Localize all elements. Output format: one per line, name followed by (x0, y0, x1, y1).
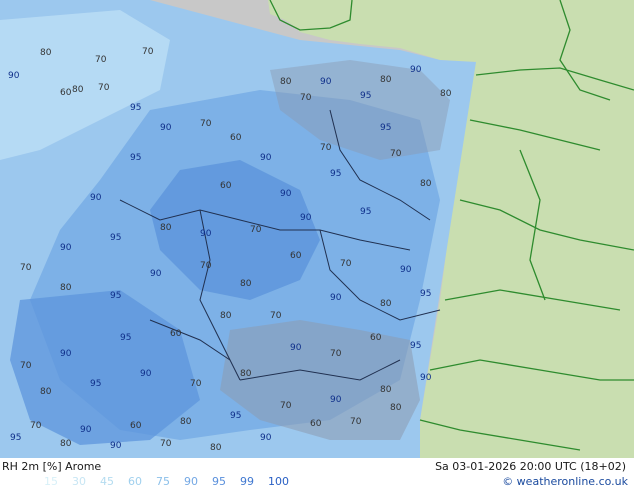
contour-label: 60 (130, 421, 142, 431)
contour-label: 90 (330, 293, 342, 303)
contour-label: 90 (320, 77, 332, 87)
contour-label: 60 (230, 133, 242, 143)
contour-label: 70 (200, 119, 212, 129)
contour-label: 90 (260, 433, 272, 443)
contour-label: 80 (240, 369, 252, 379)
contour-label: 70 (280, 401, 292, 411)
contour-label: 95 (110, 233, 121, 243)
contour-label: 80 (60, 439, 72, 449)
contour-label: 90 (280, 189, 292, 199)
contour-label: 95 (420, 289, 431, 299)
legend-value-95: 95 (212, 475, 226, 488)
contour-label: 90 (150, 269, 162, 279)
forecast-datetime: Sa 03-01-2026 20:00 UTC (18+02) (435, 460, 626, 473)
contour-label: 80 (380, 385, 392, 395)
contour-label: 70 (20, 263, 32, 273)
contour-label: 80 (240, 279, 252, 289)
contour-label: 90 (110, 441, 122, 451)
contour-label: 80 (72, 85, 84, 95)
color-legend: 15 30 45 60 75 90 95 99 100 (44, 475, 303, 488)
contour-label: 80 (390, 403, 402, 413)
info-bar: RH 2m [%] Arome Sa 03-01-2026 20:00 UTC … (0, 458, 634, 490)
contour-label: 80 (40, 48, 52, 58)
contour-label: 90 (260, 153, 272, 163)
contour-label: 70 (330, 349, 342, 359)
contour-label: 80 (40, 387, 52, 397)
contour-label: 70 (340, 259, 352, 269)
contour-label: 60 (310, 419, 322, 429)
legend-value-15: 15 (44, 475, 58, 488)
contour-label: 90 (140, 369, 152, 379)
contour-label: 80 (160, 223, 172, 233)
copyright-link[interactable]: © weatheronline.co.uk (502, 475, 628, 488)
contour-label: 90 (410, 65, 422, 75)
contour-label: 80 (60, 283, 72, 293)
contour-label: 60 (60, 88, 72, 98)
contour-label: 80 (420, 179, 432, 189)
contour-label: 60 (290, 251, 302, 261)
contour-label: 70 (30, 421, 42, 431)
contour-label: 90 (290, 343, 302, 353)
contour-label: 95 (380, 123, 391, 133)
contour-label: 90 (330, 395, 342, 405)
contour-label: 90 (60, 243, 72, 253)
contour-label: 80 (220, 311, 232, 321)
contour-label: 70 (160, 439, 172, 449)
contour-label: 80 (380, 75, 392, 85)
contour-label: 70 (142, 47, 154, 57)
contour-label: 70 (250, 225, 262, 235)
contour-label: 90 (400, 265, 412, 275)
contour-label: 90 (200, 229, 212, 239)
weather-map: 806070709080 709590 7060807090958090809570… (0, 0, 634, 458)
contour-label: 80 (280, 77, 292, 87)
contour-label: 70 (320, 143, 332, 153)
contour-label: 70 (270, 311, 282, 321)
contour-label: 95 (360, 91, 371, 101)
contour-label: 90 (60, 349, 72, 359)
contour-label: 95 (360, 207, 371, 217)
contour-label: 95 (120, 333, 131, 343)
legend-value-75: 75 (156, 475, 170, 488)
contour-label: 60 (370, 333, 382, 343)
contour-label: 95 (10, 433, 21, 443)
contour-label: 90 (160, 123, 172, 133)
contour-label: 80 (210, 443, 222, 453)
contour-label: 90 (80, 425, 92, 435)
contour-label: 95 (90, 379, 101, 389)
contour-label: 70 (200, 261, 212, 271)
legend-value-30: 30 (72, 475, 86, 488)
contour-label: 95 (130, 153, 141, 163)
contour-label: 90 (8, 71, 20, 81)
legend-value-60: 60 (128, 475, 142, 488)
contour-label: 80 (440, 89, 452, 99)
contour-label: 95 (130, 103, 141, 113)
legend-value-45: 45 (100, 475, 114, 488)
contour-label: 80 (180, 417, 192, 427)
contour-label: 70 (98, 83, 110, 93)
contour-label: 90 (90, 193, 102, 203)
contour-label: 70 (390, 149, 402, 159)
contour-label: 90 (300, 213, 312, 223)
contour-label: 70 (300, 93, 312, 103)
contour-label: 70 (350, 417, 362, 427)
contour-label: 95 (410, 341, 421, 351)
legend-value-100: 100 (268, 475, 289, 488)
legend-value-90: 90 (184, 475, 198, 488)
contour-label: 95 (230, 411, 241, 421)
contour-label: 60 (170, 329, 182, 339)
contour-label: 70 (190, 379, 202, 389)
contour-label: 70 (20, 361, 32, 371)
contour-label: 80 (380, 299, 392, 309)
contour-label: 90 (420, 373, 432, 383)
contour-label: 95 (110, 291, 121, 301)
legend-value-99: 99 (240, 475, 254, 488)
product-title: RH 2m [%] Arome (2, 460, 102, 473)
contour-label: 70 (95, 55, 107, 65)
contour-label: 60 (220, 181, 232, 191)
contour-label: 95 (330, 169, 341, 179)
